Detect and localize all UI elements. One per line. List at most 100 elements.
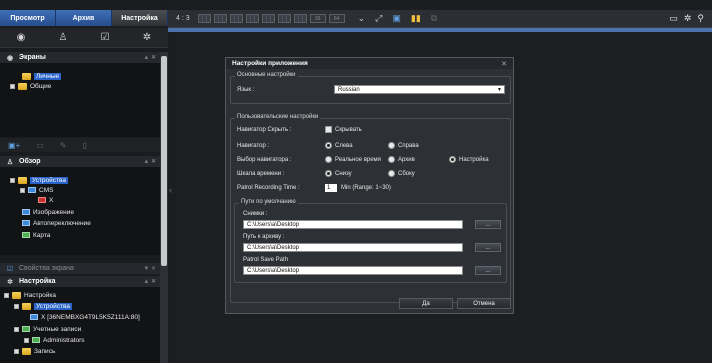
layout-16-button[interactable] [277, 14, 291, 23]
expand-icon[interactable] [4, 292, 9, 298]
language-select[interactable]: Russian ▼ [334, 85, 505, 94]
nav-select-label: Выбор навигатора : [237, 157, 292, 163]
navigator-label: Навигатор : [237, 143, 270, 149]
patrol-browse-button[interactable]: ... [475, 266, 501, 275]
tree-item-device-x[interactable]: X [36NEMBXG4T9L5K5Z111A:80] [30, 312, 140, 322]
tree-item-accounts[interactable]: Учетные записи [14, 324, 81, 334]
search-icon[interactable]: ⚲ [697, 13, 704, 24]
radio-bottom[interactable]: Снизу [325, 170, 352, 177]
radio-side[interactable]: Сбоку [388, 170, 415, 177]
layout-36-button[interactable]: 36 [309, 14, 326, 23]
scroll-thumb[interactable] [161, 56, 167, 266]
screen-props-header[interactable]: ☑ Свойства экрана ▼ ✕ [0, 263, 160, 274]
overview-controls[interactable]: ▲ ✕ [143, 158, 160, 165]
radio-settings[interactable]: Настройка [449, 156, 489, 163]
tree-item-autoswitch[interactable]: Автопереключение [22, 218, 91, 228]
layout-1-button[interactable] [197, 14, 211, 23]
tree-item-image[interactable]: Изображение [22, 207, 74, 217]
group-label: Пути по умолчанию [239, 199, 298, 205]
nav-hide-checkbox[interactable]: Скрывать [325, 126, 362, 133]
archive-browse-button[interactable]: ... [475, 243, 501, 252]
tree-item-devices[interactable]: Устройства [10, 175, 69, 185]
tab-archive[interactable]: Архив [56, 10, 112, 26]
close-icon[interactable]: ✕ [501, 60, 507, 68]
tab-view[interactable]: Просмотр [0, 10, 56, 26]
radio-label: Реальное время [335, 156, 381, 163]
archive-path-field[interactable]: C:\Users\a\Desktop [243, 243, 463, 252]
patrol-time-input[interactable]: 1 [325, 184, 337, 192]
layout-4-button[interactable] [213, 14, 227, 23]
users-icon[interactable]: ♙ [57, 32, 69, 44]
left-icon-row: ◉ ♙ ☑ ✲ [0, 28, 168, 48]
expand-icon[interactable] [10, 177, 15, 183]
layout-9-button[interactable] [261, 14, 275, 23]
radio-realtime[interactable]: Реальное время [325, 156, 381, 163]
radio-dot[interactable] [325, 142, 332, 149]
main-tabs: Просмотр Архив Настройка [0, 10, 168, 26]
radio-dot[interactable] [388, 142, 395, 149]
add-screen-icon[interactable]: ▣+ [8, 141, 20, 150]
layout-64-button[interactable]: 64 [328, 14, 345, 23]
radio-label: Сбоку [398, 170, 415, 177]
expand-icon[interactable] [14, 326, 19, 332]
radio-dot[interactable] [388, 170, 395, 177]
tree-item-x[interactable]: X [38, 195, 53, 205]
radio-dot[interactable] [325, 170, 332, 177]
tree-item-label: Настройка [24, 291, 56, 299]
radio-nav-right[interactable]: Справа [388, 142, 419, 149]
tree-item-map[interactable]: Карта [22, 230, 50, 240]
settings-header[interactable]: ✲ Настройка ▲ ✕ [0, 276, 160, 287]
layout-8-button[interactable] [245, 14, 259, 23]
patrol-path-field[interactable]: C:\Users\a\Desktop [243, 266, 463, 275]
ok-button[interactable]: Да [399, 298, 453, 309]
monitor-icon[interactable]: ▣ [392, 13, 401, 24]
left-scrollbar[interactable] [160, 52, 168, 363]
eye-icon[interactable]: ◉ [15, 32, 27, 44]
tree-item-record[interactable]: Запись [14, 346, 55, 356]
snapshots-path-field[interactable]: C:\Users\a\Desktop [243, 220, 463, 229]
multi-window-icon[interactable]: ⧉ [431, 13, 437, 24]
tree-item-settings-devices[interactable]: Устройства [14, 301, 73, 311]
screen-icon[interactable]: ▭ [669, 13, 678, 24]
checkbox-icon[interactable]: ☑ [99, 32, 111, 44]
cancel-button[interactable]: Отмена [457, 298, 511, 309]
expand-icon[interactable] [14, 348, 19, 354]
snapshots-browse-button[interactable]: ... [475, 220, 501, 229]
screen-props-controls[interactable]: ▼ ✕ [143, 265, 160, 272]
checkbox-box[interactable] [325, 126, 332, 133]
stats-icon[interactable]: ▮▮ [411, 13, 421, 24]
expand-icon[interactable] [14, 303, 19, 309]
expand-icon[interactable] [20, 187, 25, 193]
edit-icon[interactable]: ✎ [60, 141, 67, 150]
tree-item-administrators[interactable]: Administrators [24, 335, 85, 345]
dialog-title: Настройки приложения [232, 60, 308, 67]
settings-controls[interactable]: ▲ ✕ [143, 278, 160, 285]
radio-dot[interactable] [449, 156, 456, 163]
tree-item-personal[interactable]: Личные [22, 71, 62, 81]
tab-settings[interactable]: Настройка [112, 10, 168, 26]
tree-item-settings-root[interactable]: Настройка [4, 290, 56, 300]
tree-item-shared[interactable]: Общие [10, 81, 51, 91]
expand-icon[interactable] [24, 337, 29, 343]
fullscreen-icon[interactable]: ⤢ [375, 13, 382, 24]
autoswitch-icon [22, 220, 30, 226]
radio-archive[interactable]: Архив [388, 156, 415, 163]
tree-item-cms[interactable]: CMS [20, 185, 53, 195]
aspect-ratio[interactable]: 4 : 3 [176, 15, 190, 22]
overview-header[interactable]: ♙ Обзор ▲ ✕ [0, 156, 160, 167]
delete-icon[interactable]: ▯ [83, 141, 87, 150]
screens-header[interactable]: ◉ Экраны ▲ ✕ [0, 52, 160, 63]
gear-icon[interactable]: ✲ [684, 13, 692, 24]
radio-dot[interactable] [325, 156, 332, 163]
image-icon [22, 209, 30, 215]
layout-dropdown-icon[interactable]: ⌄ [358, 13, 366, 24]
screen-menu-icon[interactable]: ▭ [36, 141, 44, 150]
layout-25-button[interactable] [293, 14, 307, 23]
radio-nav-left[interactable]: Слева [325, 142, 353, 149]
gear-icon[interactable]: ✲ [141, 32, 153, 44]
collapse-panel-icon[interactable]: ‹ [169, 185, 172, 195]
radio-dot[interactable] [388, 156, 395, 163]
screens-controls[interactable]: ▲ ✕ [143, 54, 160, 61]
expand-icon[interactable] [10, 83, 15, 89]
layout-6-button[interactable] [229, 14, 243, 23]
